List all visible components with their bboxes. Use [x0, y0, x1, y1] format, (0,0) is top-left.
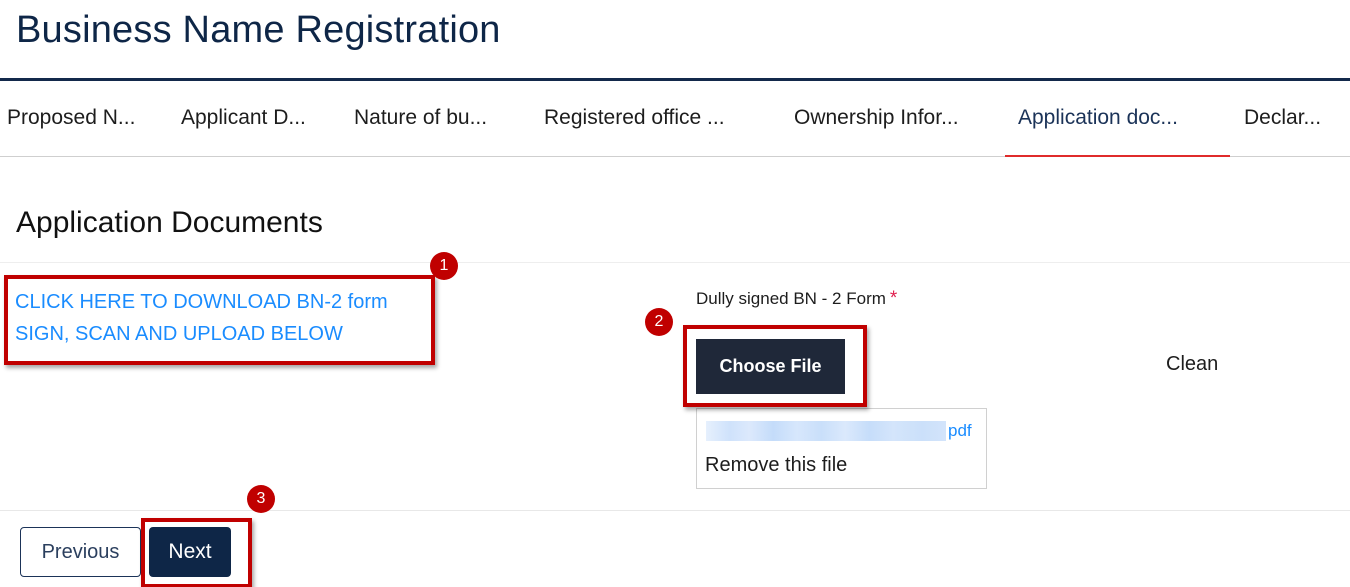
download-link-line2: SIGN, SCAN AND UPLOAD BELOW — [15, 323, 343, 345]
scan-status: Clean — [1166, 353, 1219, 375]
next-button[interactable]: Next — [149, 527, 231, 577]
annotation-badge-2: 2 — [645, 308, 673, 336]
tab-registered-office[interactable]: Registered office ... — [544, 81, 725, 156]
annotation-badge-1: 1 — [430, 252, 458, 280]
tab-label: Application doc... — [1018, 106, 1178, 129]
section-divider — [0, 262, 1350, 263]
download-bn2-form-link[interactable]: CLICK HERE TO DOWNLOAD BN-2 form SIGN, S… — [15, 286, 388, 350]
annotation-badge-3: 3 — [247, 485, 275, 513]
tab-ownership-information[interactable]: Ownership Infor... — [794, 81, 959, 156]
uploaded-file-panel: pdf Remove this file — [696, 408, 987, 489]
choose-file-button[interactable]: Choose File — [696, 339, 845, 394]
tab-label: Nature of bu... — [354, 106, 488, 129]
upload-label-text: Dully signed BN - 2 Form — [696, 289, 886, 308]
tab-label: Ownership Infor... — [794, 106, 959, 129]
tab-label: Applicant D... — [181, 106, 306, 129]
upload-field-label: Dully signed BN - 2 Form * — [696, 288, 897, 310]
tab-declaration[interactable]: Declar... — [1244, 81, 1321, 156]
page-title: Business Name Registration — [16, 9, 501, 51]
tab-label: Registered office ... — [544, 106, 725, 129]
file-extension: pdf — [948, 421, 972, 440]
tab-application-documents[interactable]: Application doc... — [1005, 81, 1230, 157]
page: Business Name Registration Proposed N...… — [0, 0, 1350, 587]
footer-divider — [0, 510, 1350, 511]
required-marker: * — [889, 288, 898, 309]
previous-button[interactable]: Previous — [20, 527, 141, 577]
tab-proposed-name[interactable]: Proposed N... — [7, 81, 135, 156]
tab-label: Proposed N... — [7, 106, 136, 129]
active-tab-indicator — [1005, 155, 1230, 157]
tab-nature-of-business[interactable]: Nature of bu... — [354, 81, 487, 156]
download-link-line1: CLICK HERE TO DOWNLOAD BN-2 form — [15, 291, 388, 313]
step-tabs: Proposed N... Applicant D... Nature of b… — [0, 81, 1350, 157]
redacted-filename — [706, 421, 946, 441]
tab-applicant-details[interactable]: Applicant D... — [181, 81, 306, 156]
remove-file-link[interactable]: Remove this file — [705, 454, 847, 477]
tab-label: Declar... — [1244, 106, 1322, 129]
uploaded-file-link[interactable]: pdf — [706, 421, 972, 441]
section-title: Application Documents — [16, 206, 323, 239]
